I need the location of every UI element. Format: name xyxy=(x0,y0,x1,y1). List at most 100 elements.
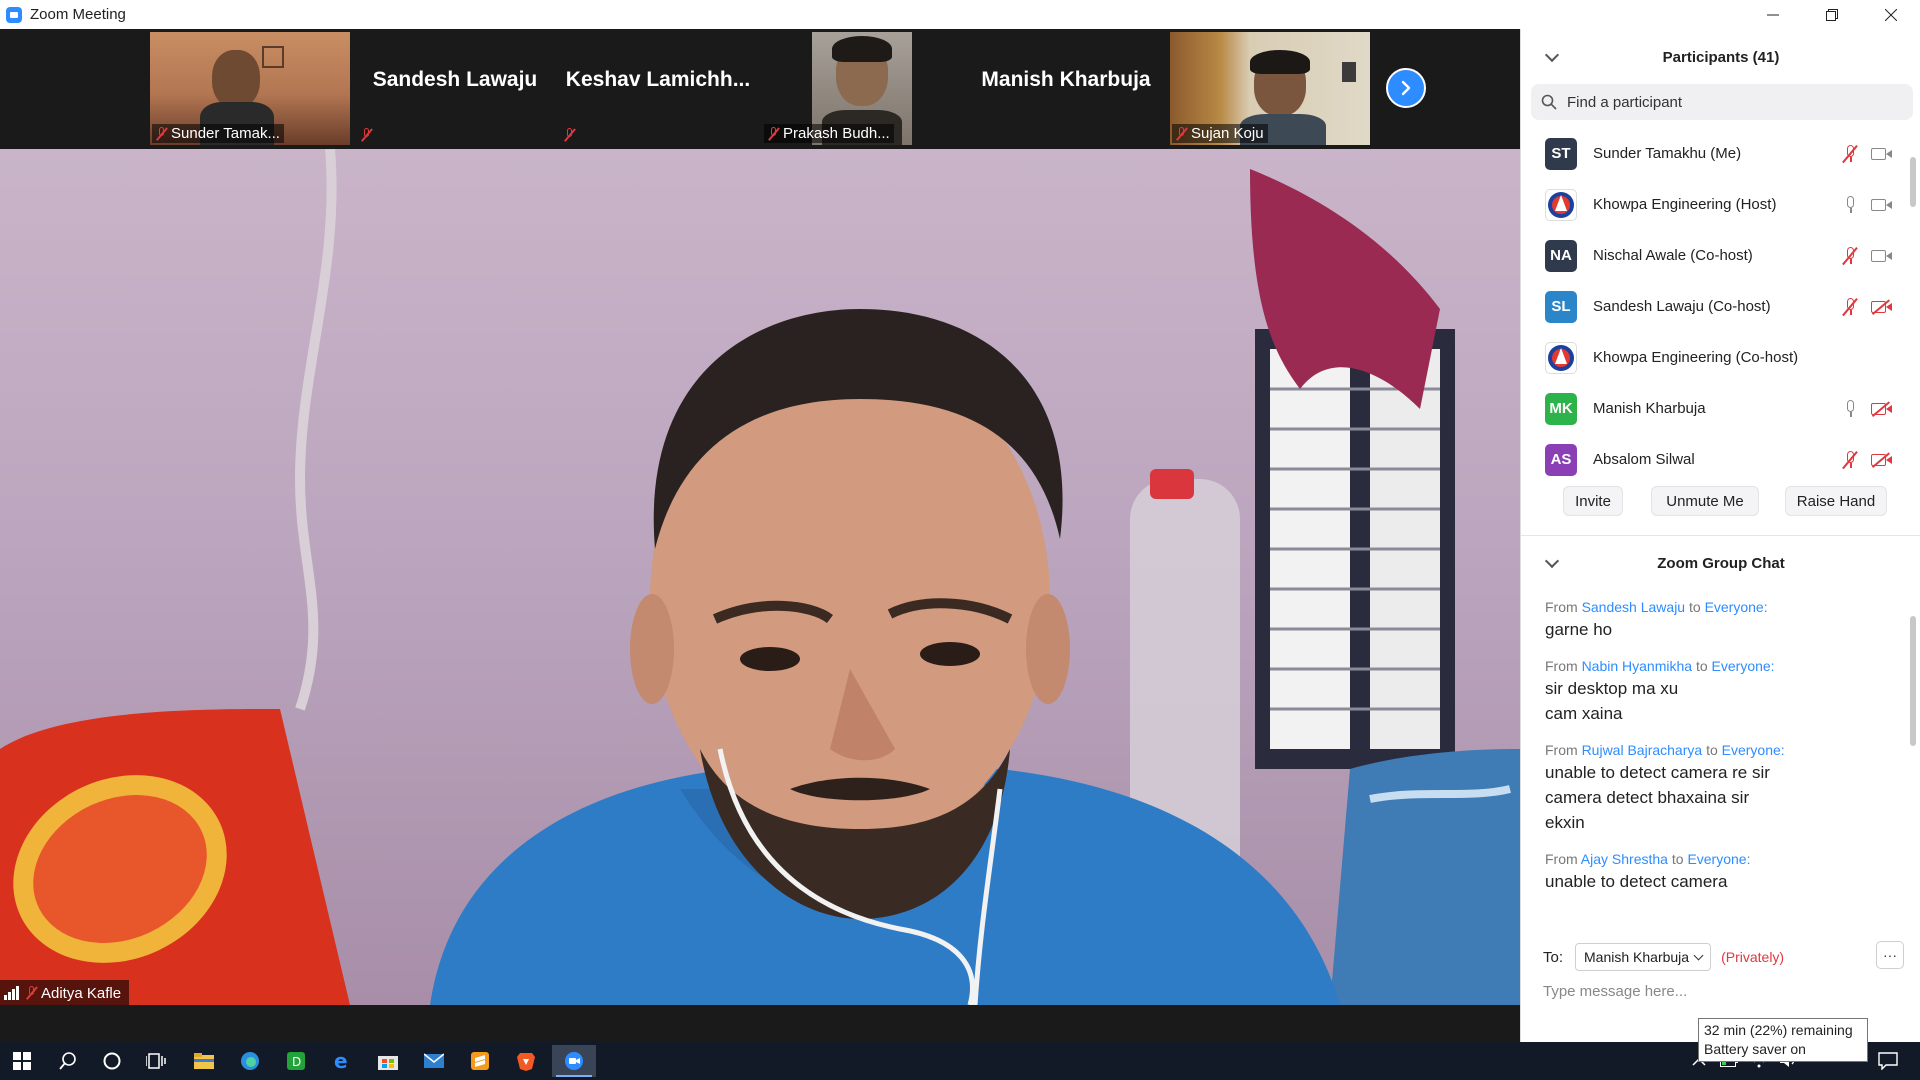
window-title: Zoom Meeting xyxy=(30,6,126,23)
video-camera-icon[interactable] xyxy=(1871,147,1893,161)
chat-message: From Nabin Hyanmikha to Everyone: sir de… xyxy=(1521,656,1901,726)
edge-chromium-button[interactable] xyxy=(228,1045,272,1077)
chevron-down-icon xyxy=(1693,950,1704,961)
app-d-icon: D xyxy=(287,1052,305,1070)
chat-messages[interactable]: From Sandesh Lawaju to Everyone: garne h… xyxy=(1521,597,1901,942)
participant-search[interactable] xyxy=(1531,84,1913,120)
video-camera-icon[interactable] xyxy=(1871,198,1893,212)
participant-name-tag xyxy=(357,127,380,143)
participant-row[interactable]: NA Nischal Awale (Co-host) xyxy=(1521,230,1920,281)
participant-row[interactable]: Khowpa Engineering (Host) xyxy=(1521,179,1920,230)
unmute-me-button[interactable]: Unmute Me xyxy=(1651,486,1759,516)
store-button[interactable] xyxy=(366,1045,410,1077)
chat-recipient[interactable]: Everyone: xyxy=(1705,599,1768,615)
svg-text:e: e xyxy=(334,1051,348,1071)
chat-recipient[interactable]: Everyone: xyxy=(1687,851,1750,867)
muted-mic-icon[interactable] xyxy=(1842,450,1858,469)
chevron-down-icon[interactable] xyxy=(1544,553,1560,569)
participant-row[interactable]: AS Absalom Silwal xyxy=(1521,434,1920,485)
close-button[interactable] xyxy=(1861,0,1920,29)
file-explorer-button[interactable] xyxy=(182,1045,226,1077)
taskbar-search-button[interactable] xyxy=(46,1045,90,1077)
participant-row[interactable]: ST Sunder Tamakhu (Me) xyxy=(1521,128,1920,179)
gallery-tile[interactable]: Manish Kharbuja xyxy=(966,32,1166,145)
minimize-button[interactable] xyxy=(1743,0,1802,29)
brave-button[interactable] xyxy=(504,1045,548,1077)
avatar: SL xyxy=(1545,290,1577,323)
participants-title: Participants (41) xyxy=(1662,48,1780,66)
active-speaker-video[interactable] xyxy=(0,149,1520,1005)
participant-name-tag: Prakash Budh... xyxy=(764,124,894,143)
gallery-tile[interactable]: Sunder Tamak... xyxy=(150,32,350,145)
participant-row[interactable]: SL Sandesh Lawaju (Co-host) xyxy=(1521,281,1920,332)
chat-header[interactable]: Zoom Group Chat xyxy=(1521,548,1920,578)
gallery-tile[interactable]: Keshav Lamichh... xyxy=(558,32,758,145)
chat-sender[interactable]: Rujwal Bajracharya xyxy=(1582,742,1703,758)
chat-text: ekxin xyxy=(1545,813,1585,832)
chat-sender[interactable]: Ajay Shrestha xyxy=(1581,851,1668,867)
muted-mic-icon xyxy=(1176,126,1187,141)
speaker-name-tag: Aditya Kafle xyxy=(0,980,130,1006)
gallery-tile[interactable]: Sujan Koju xyxy=(1170,32,1370,145)
edge-button[interactable]: e xyxy=(320,1045,364,1077)
start-button[interactable] xyxy=(0,1045,44,1077)
muted-mic-icon xyxy=(26,986,37,1000)
gallery-tile[interactable]: Sandesh Lawaju xyxy=(355,32,555,145)
task-view-button[interactable] xyxy=(134,1045,178,1077)
chat-more-button[interactable]: ··· xyxy=(1876,941,1904,969)
cortana-button[interactable] xyxy=(90,1045,134,1077)
chat-recipient[interactable]: Everyone: xyxy=(1712,658,1775,674)
zoom-taskbar-button[interactable] xyxy=(552,1045,596,1077)
video-camera-icon[interactable] xyxy=(1871,249,1893,263)
video-off-icon[interactable] xyxy=(1871,400,1893,417)
gallery-next-button[interactable] xyxy=(1386,68,1426,108)
participant-list[interactable]: ST Sunder Tamakhu (Me) Khowpa Engineerin… xyxy=(1521,128,1920,488)
participants-header[interactable]: Participants (41) xyxy=(1521,42,1920,72)
participant-row[interactable]: MK Manish Kharbuja xyxy=(1521,383,1920,434)
recipient-select[interactable]: Manish Kharbuja xyxy=(1575,943,1712,971)
participant-search-input[interactable] xyxy=(1565,92,1889,112)
chat-text: camera detect bhaxaina sir xyxy=(1545,788,1750,807)
video-off-icon[interactable] xyxy=(1871,451,1893,468)
chat-sender[interactable]: Sandesh Lawaju xyxy=(1582,599,1686,615)
chevron-down-icon[interactable] xyxy=(1544,47,1560,63)
khowpa-logo-icon xyxy=(1548,191,1574,218)
edge-chromium-icon xyxy=(241,1052,259,1070)
title-bar: Zoom Meeting xyxy=(0,0,1920,29)
muted-mic-icon[interactable] xyxy=(1842,297,1858,316)
chat-text: unable to detect camera re sir xyxy=(1545,763,1770,782)
minimize-icon xyxy=(1766,14,1779,15)
khowpa-logo-icon xyxy=(1548,344,1574,371)
notification-icon[interactable] xyxy=(1878,1052,1898,1070)
gallery-tile[interactable]: Prakash Budh... xyxy=(762,32,962,145)
participant-name-tag: Sujan Koju xyxy=(1172,124,1268,143)
participant-name-tag xyxy=(560,127,583,143)
muted-mic-icon xyxy=(361,128,372,142)
invite-button[interactable]: Invite xyxy=(1563,486,1623,516)
muted-mic-icon[interactable] xyxy=(1842,246,1858,265)
chat-message-input[interactable] xyxy=(1541,975,1845,1007)
participant-scrollbar[interactable] xyxy=(1910,157,1916,207)
mic-icon[interactable] xyxy=(1843,195,1857,214)
sublime-button[interactable] xyxy=(458,1045,502,1077)
raise-hand-button[interactable]: Raise Hand xyxy=(1785,486,1887,516)
mail-icon xyxy=(424,1053,444,1068)
muted-mic-icon[interactable] xyxy=(1842,144,1858,163)
participant-row[interactable]: Khowpa Engineering (Co-host) xyxy=(1521,332,1920,383)
restore-button[interactable] xyxy=(1802,0,1861,29)
file-explorer-icon xyxy=(194,1053,214,1069)
zoom-app-icon xyxy=(6,6,22,23)
chevron-right-icon xyxy=(1401,80,1411,96)
mail-button[interactable] xyxy=(412,1045,456,1077)
chat-sender[interactable]: Nabin Hyanmikha xyxy=(1582,658,1693,674)
muted-mic-icon xyxy=(564,128,575,142)
mic-icon[interactable] xyxy=(1843,399,1857,418)
app-d-button[interactable]: D xyxy=(274,1045,318,1077)
video-off-icon[interactable] xyxy=(1871,298,1893,315)
chat-recipient[interactable]: Everyone: xyxy=(1722,742,1785,758)
participant-name: Manish Kharbuja xyxy=(981,68,1151,91)
chat-scrollbar[interactable] xyxy=(1910,616,1916,746)
edge-icon: e xyxy=(334,1051,348,1071)
sublime-icon xyxy=(471,1052,489,1070)
battery-tooltip: 32 min (22%) remaining Battery saver on xyxy=(1698,1018,1868,1062)
